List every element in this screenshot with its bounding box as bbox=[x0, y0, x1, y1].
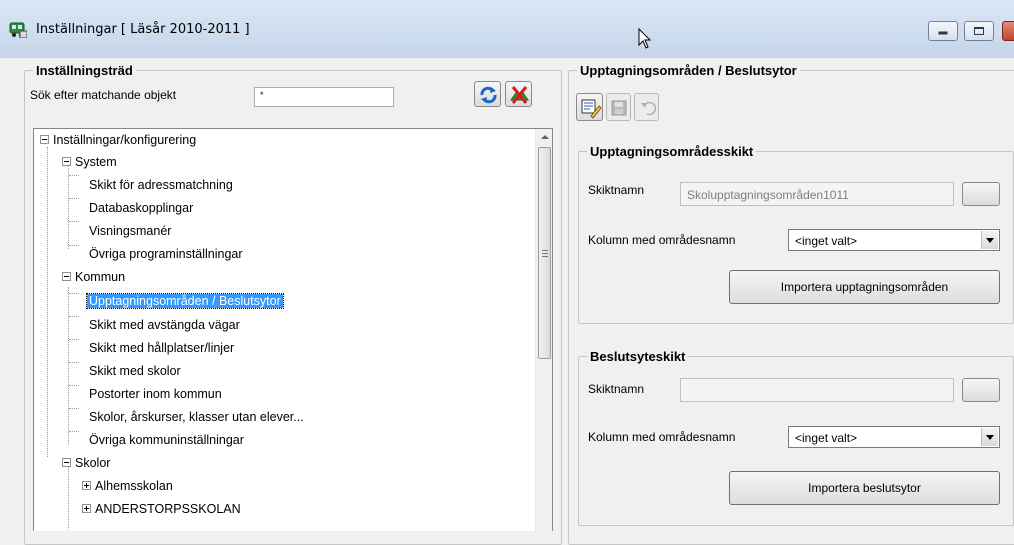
undo-icon bbox=[641, 101, 657, 116]
bus-icon bbox=[9, 22, 27, 38]
tree-item-databaskopplingar[interactable]: Databaskopplingar bbox=[89, 199, 193, 217]
tree-item-ovriga-programinstallningar[interactable]: Övriga programinställningar bbox=[89, 245, 243, 263]
skiktnamn-label: Skiktnamn bbox=[588, 183, 645, 197]
tree-item-kommun[interactable]: Kommun bbox=[62, 268, 125, 286]
importera-beslutsytor-button[interactable]: Importera beslutsytor bbox=[729, 471, 1000, 505]
tree-item-system[interactable]: System bbox=[62, 153, 117, 171]
window-title: Inställningar [ Läsår 2010-2011 ] bbox=[36, 22, 250, 37]
save-button[interactable] bbox=[606, 93, 631, 121]
tree-item-visningsmaner[interactable]: Visningsmanér bbox=[89, 222, 171, 240]
chevron-down-icon[interactable] bbox=[981, 428, 998, 446]
chevron-down-icon[interactable] bbox=[981, 231, 998, 249]
scroll-thumb[interactable] bbox=[538, 147, 551, 359]
close-button[interactable] bbox=[1002, 21, 1014, 41]
beslut-skiktnamn-field[interactable] bbox=[680, 378, 954, 402]
collapse-icon[interactable] bbox=[40, 135, 49, 144]
tree-item-skikt-adressmatchning[interactable]: Skikt för adressmatchning bbox=[89, 176, 233, 194]
refresh-button[interactable] bbox=[474, 81, 501, 107]
title-bar: Inställningar [ Läsår 2010-2011 ] bbox=[0, 0, 1014, 58]
tree-item-skolor-arskurser[interactable]: Skolor, årskurser, klasser utan elever..… bbox=[89, 408, 304, 426]
tree-item-skikt-hallplatser[interactable]: Skikt med hållplatser/linjer bbox=[89, 339, 234, 357]
collapse-icon[interactable] bbox=[62, 458, 71, 467]
clear-filter-button[interactable] bbox=[505, 81, 532, 107]
tree-item-skikt-avstangda-vagar[interactable]: Skikt med avstängda vägar bbox=[89, 316, 240, 334]
beslut-kolumn-label: Kolumn med områdesnamn bbox=[588, 430, 736, 444]
clear-filter-icon bbox=[510, 86, 529, 104]
save-icon bbox=[611, 100, 627, 116]
tree-item-installningar[interactable]: Inställningar/konfigurering bbox=[40, 131, 196, 149]
search-label: Sök efter matchande objekt bbox=[30, 88, 177, 102]
settings-tree[interactable]: Inställningar/konfigurering System Skikt… bbox=[33, 128, 553, 531]
expand-icon[interactable] bbox=[82, 481, 91, 490]
minimize-button[interactable] bbox=[928, 21, 958, 41]
search-input[interactable]: * bbox=[254, 87, 394, 107]
collapse-icon[interactable] bbox=[62, 157, 71, 166]
tree-item-upptagningsomraden[interactable]: Upptagningsområden / Beslutsytor bbox=[86, 292, 284, 310]
upptagning-beslut-title: Upptagningsområden / Beslutsytor bbox=[577, 63, 800, 78]
tree-item-skikt-skolor[interactable]: Skikt med skolor bbox=[89, 362, 181, 380]
importera-upptagningsomraden-button[interactable]: Importera upptagningsområden bbox=[729, 270, 1000, 304]
edit-icon bbox=[581, 99, 602, 119]
tree-item-skolor[interactable]: Skolor bbox=[62, 454, 110, 472]
kolumn-label: Kolumn med områdesnamn bbox=[588, 233, 736, 247]
undo-button[interactable] bbox=[634, 93, 659, 121]
mouse-cursor-icon bbox=[638, 28, 652, 49]
skiktnamn-label: Skiktnamn bbox=[588, 382, 645, 396]
tree-item-ovriga-kommuninstallningar[interactable]: Övriga kommuninställningar bbox=[89, 431, 244, 449]
upptagningsomradesskikt-title: Upptagningsområdesskikt bbox=[587, 144, 757, 159]
refresh-icon bbox=[480, 86, 497, 104]
beslutsyteskikt-title: Beslutsyteskikt bbox=[587, 349, 689, 364]
skiktnamn-browse-button[interactable] bbox=[962, 182, 1000, 206]
maximize-button[interactable] bbox=[964, 21, 994, 41]
tree-item-anderstorpsskolan[interactable]: ANDERSTORPSSKOLAN bbox=[82, 500, 241, 518]
expand-icon[interactable] bbox=[82, 504, 91, 513]
beslut-skiktnamn-browse-button[interactable] bbox=[962, 378, 1000, 402]
tree-scrollbar[interactable] bbox=[535, 129, 552, 531]
beslut-kolumn-dropdown[interactable]: <inget valt> bbox=[788, 426, 1000, 448]
skiktnamn-field[interactable]: Skolupptagningsområden1011 bbox=[680, 182, 954, 206]
collapse-icon[interactable] bbox=[62, 272, 71, 281]
tree-item-postorter[interactable]: Postorter inom kommun bbox=[89, 385, 222, 403]
scroll-up-arrow-icon[interactable] bbox=[536, 129, 552, 146]
kolumn-dropdown[interactable]: <inget valt> bbox=[788, 229, 1000, 251]
edit-button[interactable] bbox=[576, 93, 603, 121]
tree-item-alhemsskolan[interactable]: Alhemsskolan bbox=[82, 477, 173, 495]
settings-tree-title: Inställningsträd bbox=[33, 63, 136, 78]
